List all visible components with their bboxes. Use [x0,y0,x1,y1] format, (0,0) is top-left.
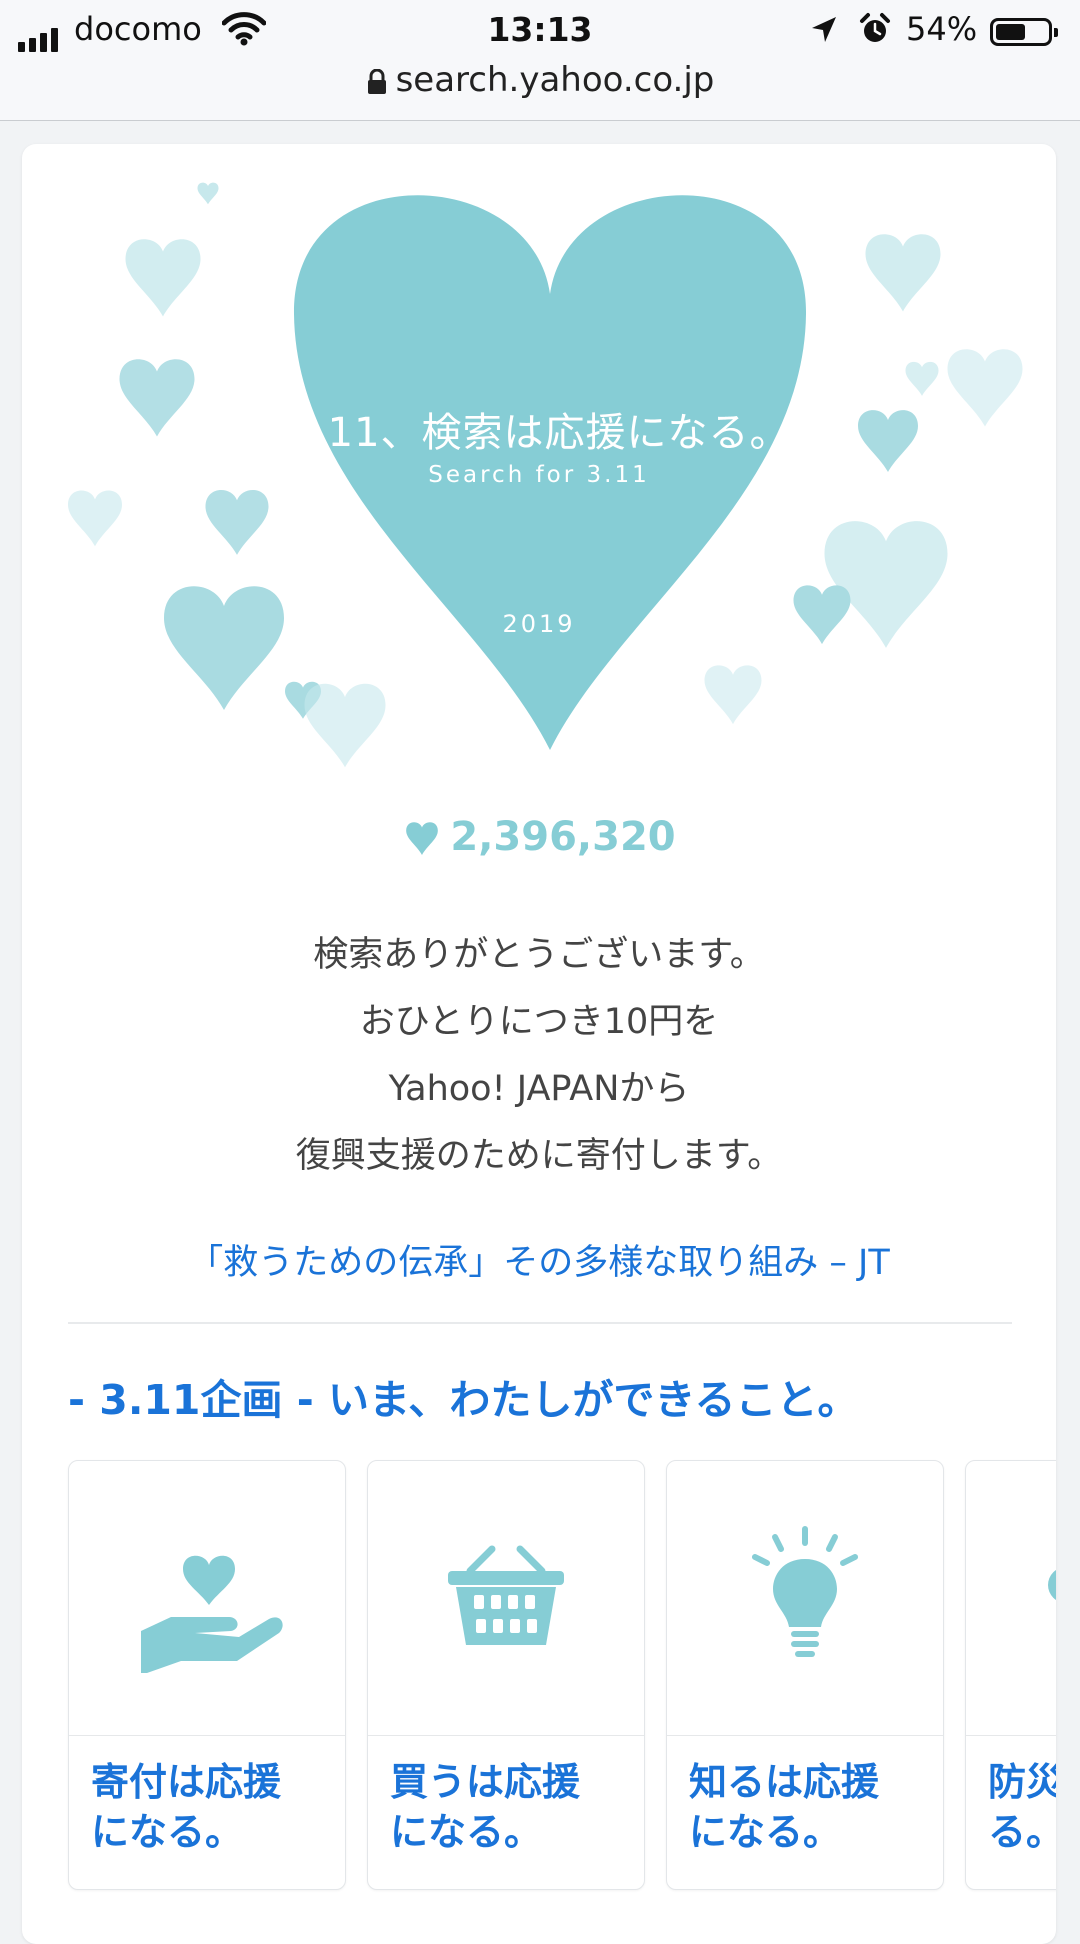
location-arrow-icon [812,17,836,42]
section-title[interactable]: - 3.11企画 - いま、わたしができること。 [68,1366,859,1426]
message-line: 検索ありがとうございます。 [313,935,765,975]
url-text: search.yahoo.co.jp [395,60,715,100]
small-heart-icon [905,361,939,396]
tile-prepare[interactable]: 防災 る。 [965,1460,1056,1890]
promo-link[interactable]: 「救うための伝承」その多様な取り組み – JT [22,1234,1056,1285]
small-heart-icon [164,586,284,710]
battery-icon [990,18,1058,46]
search-counter: 2,396,320 [22,814,1056,860]
tile-buy[interactable]: 買うは応援 になる。 [367,1460,645,1890]
divider [68,1322,1012,1324]
tile-label: 買うは応援 になる。 [390,1760,581,1854]
tile-label: 寄付は応援 になる。 [91,1760,282,1854]
message-line: おひとりにつき10円を [359,1002,719,1042]
tile-label: 知るは応援 になる。 [689,1760,880,1854]
small-heart-icon [704,665,762,725]
message-line: 復興支援のために寄付します。 [295,1136,783,1176]
search-card: 3.11、検索は応援になる。 Search for 3.11 2019 2,39… [22,144,1056,1944]
tile-donate[interactable]: 寄付は応援 になる。 [68,1460,346,1890]
small-heart-icon [304,683,386,768]
small-heart-icon [68,490,122,547]
status-bar: docomo 13:13 54% search.yahoo.co.jp [0,0,1080,121]
tile-label: 防災 る。 [988,1760,1056,1854]
tile-learn[interactable]: 知るは応援 になる。 [666,1460,944,1890]
thank-you-message: 検索ありがとうございます。 おひとりにつき10円を Yahoo! JAPANから… [22,922,1056,1190]
hero-banner[interactable]: 3.11、検索は応援になる。 Search for 3.11 2019 [22,144,1056,784]
message-line: Yahoo! JAPANから [388,1069,690,1109]
lightbulb-icon [752,1526,858,1657]
small-heart-icon [125,239,201,317]
alarm-icon [860,13,890,42]
heart-icon [406,822,439,855]
small-heart-icon [205,489,269,555]
tile-carousel[interactable]: 寄付は応援 になる。 買うは応援 になる。 知るは応援 になる。 防 る [68,1460,1056,1930]
small-heart-icon [197,182,219,205]
hero-year: 2019 [502,610,576,638]
small-heart-icon [865,234,941,312]
partial-icon [1048,1570,1056,1600]
address-bar[interactable]: search.yahoo.co.jp [0,60,1080,100]
counter-value: 2,396,320 [450,814,676,860]
hero-subtitle: Search for 3.11 [428,462,650,488]
hand-heart-icon [141,1555,283,1673]
hero-title: 3.11、検索は応援になる。 [287,410,791,456]
battery-percent: 54% [906,10,978,48]
lock-icon [367,68,386,94]
shopping-basket-icon [448,1545,564,1645]
